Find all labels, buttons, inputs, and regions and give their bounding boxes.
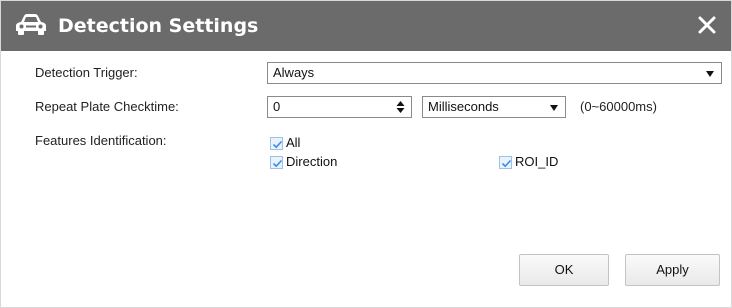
stepper-arrows-icon[interactable] <box>396 100 405 114</box>
checkbox-checked-icon[interactable] <box>499 155 512 169</box>
detection-settings-dialog: Detection Settings Detection Trigger: Al… <box>0 0 732 308</box>
detection-trigger-value: Always <box>273 65 315 80</box>
feature-checkbox-roi-id[interactable]: ROI_ID <box>499 154 558 170</box>
close-icon[interactable] <box>695 13 719 37</box>
car-icon <box>14 13 48 37</box>
checktime-range-note: (0~60000ms) <box>580 99 657 114</box>
chevron-down-icon <box>550 105 558 111</box>
apply-button[interactable]: Apply <box>625 254 720 286</box>
feature-label-direction: Direction <box>286 154 338 169</box>
dialog-title: Detection Settings <box>58 15 259 37</box>
feature-checkbox-all[interactable]: All <box>270 135 300 151</box>
dialog-titlebar: Detection Settings <box>1 1 731 51</box>
checktime-unit-select[interactable]: Milliseconds <box>422 96 566 118</box>
checkbox-checked-icon[interactable] <box>270 136 283 150</box>
detection-trigger-select[interactable]: Always <box>267 62 722 84</box>
repeat-plate-checktime-label: Repeat Plate Checktime: <box>35 99 179 114</box>
feature-checkbox-direction[interactable]: Direction <box>270 154 337 170</box>
feature-label-roi-id: ROI_ID <box>515 154 559 169</box>
checktime-value: 0 <box>273 99 281 114</box>
feature-label-all: All <box>286 135 301 150</box>
features-identification-label: Features Identification: <box>35 133 167 148</box>
detection-trigger-label: Detection Trigger: <box>35 65 138 80</box>
checkbox-checked-icon[interactable] <box>270 155 283 169</box>
chevron-down-icon <box>706 71 714 77</box>
checktime-unit-value: Milliseconds <box>428 99 499 114</box>
repeat-plate-checktime-stepper[interactable]: 0 <box>267 96 412 118</box>
ok-button[interactable]: OK <box>519 254 609 286</box>
